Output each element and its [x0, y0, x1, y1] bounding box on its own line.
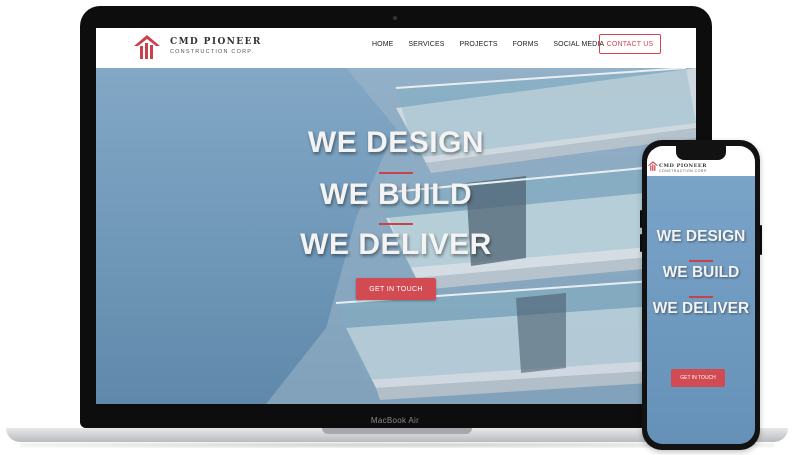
laptop-camera	[393, 16, 397, 20]
phone-notch	[676, 146, 726, 160]
hero-line-build: WE BUILD	[319, 178, 473, 211]
nav-forms[interactable]: FORMS	[513, 41, 539, 48]
mobile-get-in-touch-button[interactable]: GET IN TOUCH	[671, 369, 725, 387]
nav-home[interactable]: HOME	[372, 41, 393, 48]
nav-projects[interactable]: PROJECTS	[459, 41, 497, 48]
logo-subtitle: CONSTRUCTION CORP.	[170, 49, 255, 55]
logo-text[interactable]: CMD PIONEER CONSTRUCTION CORP.	[170, 37, 262, 55]
hero-line-deliver: WE DELIVER	[300, 228, 492, 261]
laptop-brand-label: MacBook Air	[370, 416, 420, 425]
nav-social-media[interactable]: SOCIAL MEDIA	[553, 41, 604, 48]
site-header: CMD PIONEER CONSTRUCTION CORP. HOME SERV…	[96, 28, 696, 69]
hero-section: WE DESIGN WE BUILD WE DELIVER GET IN TOU…	[96, 68, 696, 404]
mobile-logo-text[interactable]: CMD PIONEER CONSTRUCTION CORP.	[659, 163, 708, 173]
hero-line-design: WE DESIGN	[307, 126, 485, 159]
mobile-hero-line-design: WE DESIGN	[656, 228, 746, 245]
nav-services[interactable]: SERVICES	[408, 41, 444, 48]
contact-us-button[interactable]: CONTACT US	[599, 34, 661, 54]
laptop-screen: CMD PIONEER CONSTRUCTION CORP. HOME SERV…	[96, 28, 696, 404]
phone-side-button	[640, 210, 642, 228]
phone-screen: CMD PIONEER CONSTRUCTION CORP. WE DESIGN…	[647, 146, 755, 444]
mobile-hero-divider-2	[689, 296, 713, 298]
laptop-opening-notch	[322, 428, 472, 434]
mobile-hero-line-deliver: WE DELIVER	[652, 300, 750, 317]
mobile-hero-divider-1	[689, 260, 713, 262]
hero-divider-2	[379, 223, 413, 225]
house-logo-icon[interactable]	[647, 160, 659, 172]
phone-power-button	[760, 225, 762, 255]
house-logo-icon[interactable]	[132, 33, 162, 61]
mobile-logo-subtitle: CONSTRUCTION CORP.	[659, 169, 708, 173]
main-nav: HOME SERVICES PROJECTS FORMS SOCIAL MEDI…	[372, 41, 604, 48]
hero-divider-1	[379, 172, 413, 174]
mobile-hero-line-build: WE BUILD	[662, 264, 740, 281]
mobile-hero-section: WE DESIGN WE BUILD WE DELIVER GET IN TOU…	[647, 176, 755, 444]
get-in-touch-button[interactable]: GET IN TOUCH	[356, 278, 436, 300]
phone-side-button	[640, 234, 642, 252]
logo-title: CMD PIONEER	[170, 37, 262, 47]
